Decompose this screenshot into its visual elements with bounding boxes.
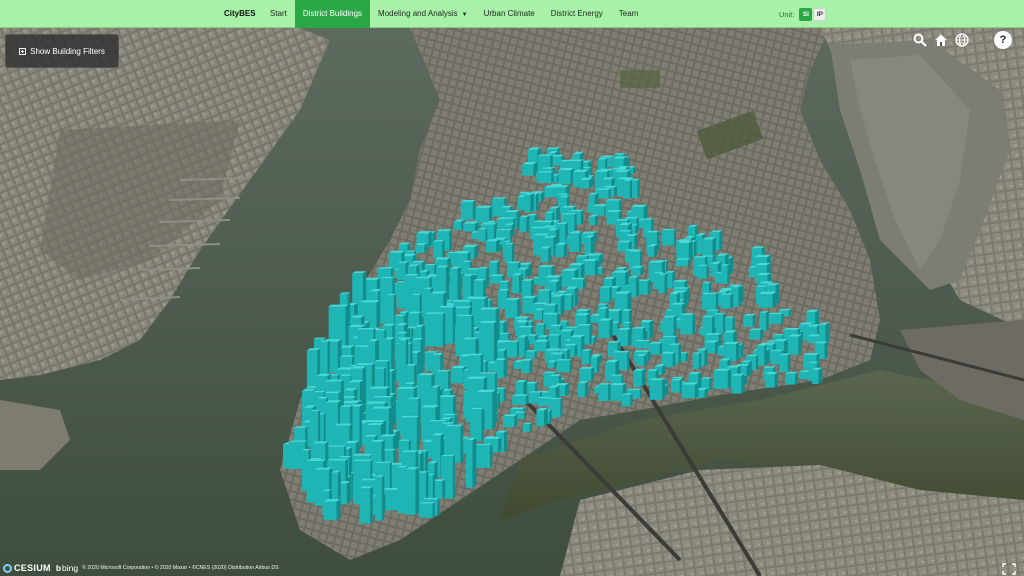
nav-modeling-and-analysis[interactable]: Modeling and Analysis ▼ (370, 0, 476, 28)
show-building-filters-button[interactable]: Show Building Filters (5, 34, 119, 68)
unit-ip-button[interactable]: IP (813, 7, 827, 21)
home-icon[interactable] (932, 31, 950, 49)
brand-logo[interactable]: CityBES (224, 0, 256, 28)
nav-district-energy[interactable]: District Energy (543, 0, 611, 28)
nav-menu: Start District Buildings Modeling and An… (262, 0, 646, 28)
nav-start[interactable]: Start (262, 0, 295, 28)
imagery-attribution: © 2020 Microsoft Corporation • © 2020 Ma… (82, 565, 279, 571)
plus-square-icon (19, 47, 27, 55)
unit-label: Unit: (779, 9, 795, 19)
map-viewport[interactable] (0, 0, 1024, 576)
unit-toggle: Unit: SI IP (779, 0, 827, 28)
map-toolbar (911, 31, 971, 49)
top-navbar: CityBES Start District Buildings Modelin… (0, 0, 1024, 28)
bing-logo[interactable]: b bing (56, 563, 78, 573)
bing-label: bing (62, 563, 79, 573)
nav-district-buildings[interactable]: District Buildings (294, 0, 371, 28)
building-extrusions (282, 147, 830, 524)
cesium-label: CESIUM (14, 563, 51, 573)
nav-modeling-label: Modeling and Analysis (378, 9, 458, 18)
cesium-ring-icon (3, 563, 12, 573)
search-icon[interactable] (911, 31, 929, 49)
nav-urban-climate[interactable]: Urban Climate (476, 0, 543, 28)
globe-icon[interactable] (953, 31, 971, 49)
map-credits: CESIUM b bing © 2020 Microsoft Corporatio… (3, 562, 279, 574)
help-button[interactable]: ? (994, 31, 1012, 49)
bing-b-icon: b (55, 563, 62, 573)
nav-team[interactable]: Team (611, 0, 647, 28)
fullscreen-icon[interactable] (1002, 562, 1016, 575)
caret-down-icon: ▼ (461, 12, 468, 18)
filter-button-label: Show Building Filters (30, 46, 105, 56)
unit-si-button[interactable]: SI (799, 7, 813, 21)
cesium-logo[interactable]: CESIUM (3, 563, 51, 573)
